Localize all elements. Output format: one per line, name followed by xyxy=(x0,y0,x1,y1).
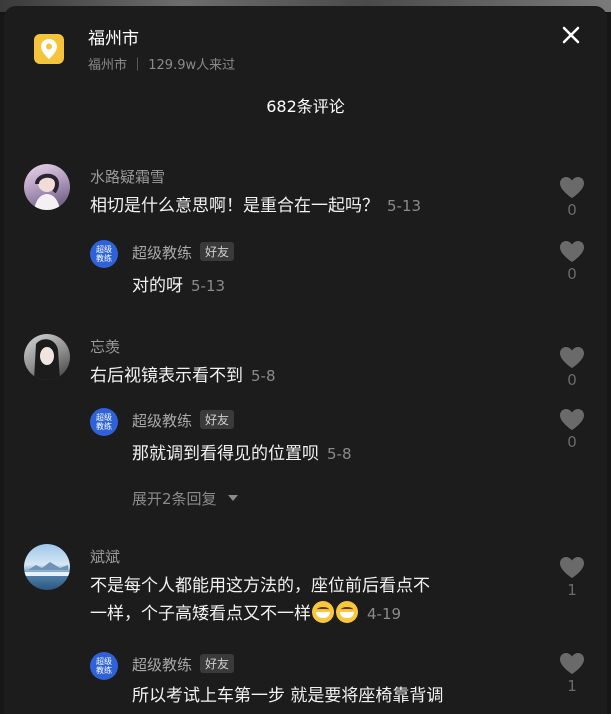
reply-like-button[interactable]: 0 xyxy=(557,240,587,283)
coach-badge-icon: 超级 教练 xyxy=(90,240,118,268)
reply-username[interactable]: 超级教练 好友 xyxy=(132,242,235,263)
like-count: 0 xyxy=(567,433,577,451)
avatar[interactable] xyxy=(24,164,70,210)
like-count: 1 xyxy=(567,677,577,695)
avatar[interactable] xyxy=(24,334,70,380)
comment-body: 右后视镜表示看不到 xyxy=(90,366,243,386)
friend-tag: 好友 xyxy=(200,242,235,261)
reply-username-text[interactable]: 超级教练 xyxy=(132,656,192,674)
friend-tag: 好友 xyxy=(200,410,235,429)
comment-text: 相切是什么意思啊！是重合在一起吗？ 5-13 xyxy=(90,192,421,220)
like-button[interactable]: 1 xyxy=(557,556,587,599)
comment-date: 4-19 xyxy=(367,605,402,623)
comments-sheet: 福州市 福州市 ｜ 129.9w人来过 682条评论 水路疑霜雪 相切是什么意思… xyxy=(4,6,607,714)
heart-icon xyxy=(560,177,584,198)
location-pin-icon[interactable] xyxy=(34,34,64,64)
expand-replies-button[interactable]: 展开2条回复 xyxy=(132,488,239,509)
heart-icon xyxy=(560,241,584,262)
coach-badge-icon: 超级 教练 xyxy=(90,652,118,680)
reply-date: 5-8 xyxy=(327,445,352,463)
reply-body: 那就调到看得见的位置呗 xyxy=(132,444,319,464)
comment-username[interactable]: 水路疑霜雪 xyxy=(90,166,165,187)
reply-like-button[interactable]: 1 xyxy=(557,652,587,695)
comment-count: 682条评论 xyxy=(266,97,345,116)
heart-icon xyxy=(560,653,584,674)
location-title[interactable]: 福州市 xyxy=(88,24,139,49)
avatar[interactable] xyxy=(24,544,70,590)
reply-text: 那就调到看得见的位置呗 5-8 xyxy=(132,440,352,468)
comment-body-line1: 不是每个人都能用这方法的，座位前后看点不 xyxy=(90,576,430,596)
comment-username[interactable]: 忘羡 xyxy=(90,336,120,357)
reply-text: 所以考试上车第一步 就是要将座椅靠背调 xyxy=(132,682,443,710)
like-count: 0 xyxy=(567,265,577,283)
comment-username[interactable]: 斌斌 xyxy=(90,546,120,567)
like-count: 0 xyxy=(567,371,577,389)
comment-date: 5-8 xyxy=(251,367,276,385)
heart-icon xyxy=(560,347,584,368)
reply-text: 对的呀 5-13 xyxy=(132,272,225,300)
reply-date: 5-13 xyxy=(191,277,226,295)
reply-username[interactable]: 超级教练 好友 xyxy=(132,654,235,675)
reply-body: 对的呀 xyxy=(132,276,183,296)
reply-body: 所以考试上车第一步 就是要将座椅靠背调 xyxy=(132,686,444,706)
coach-badge-icon: 超级 教练 xyxy=(90,408,118,436)
chevron-down-icon xyxy=(228,495,239,501)
like-button[interactable]: 0 xyxy=(557,346,587,389)
comment-text: 不是每个人都能用这方法的，座位前后看点不 一样，个子高矮看点又不一样 4-19 xyxy=(90,572,430,628)
comment-body: 相切是什么意思啊！是重合在一起吗？ xyxy=(90,196,379,216)
heart-icon xyxy=(560,557,584,578)
expand-replies-label[interactable]: 展开2条回复 xyxy=(132,490,217,508)
friend-tag: 好友 xyxy=(200,654,235,673)
comment-body-line2: 一样，个子高矮看点又不一样 4-19 xyxy=(90,600,430,628)
reply-username-text[interactable]: 超级教练 xyxy=(132,412,192,430)
reply-username[interactable]: 超级教练 好友 xyxy=(132,410,235,431)
comment-date: 5-13 xyxy=(387,197,422,215)
close-icon[interactable] xyxy=(560,24,582,46)
heart-icon xyxy=(560,409,584,430)
grin-emoji-icon xyxy=(312,601,334,623)
comment-text: 右后视镜表示看不到 5-8 xyxy=(90,362,276,390)
reply-like-button[interactable]: 0 xyxy=(557,408,587,451)
like-button[interactable]: 0 xyxy=(557,176,587,219)
grin-emoji-icon xyxy=(336,601,358,623)
location-subtitle: 福州市 ｜ 129.9w人来过 xyxy=(88,58,236,73)
reply-username-text[interactable]: 超级教练 xyxy=(132,244,192,262)
like-count: 1 xyxy=(567,581,577,599)
like-count: 0 xyxy=(567,201,577,219)
